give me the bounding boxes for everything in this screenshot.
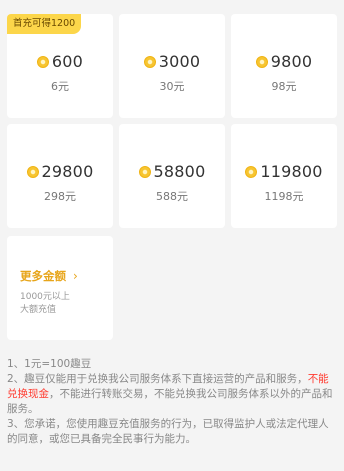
more-amounts-title: 更多金额 › — [20, 269, 78, 283]
package-price: 6元 — [51, 80, 69, 93]
recharge-notes: 1、1元=100趣豆 2、趣豆仅能用于兑换我公司服务体系下直接运营的产品和服务，… — [7, 357, 339, 447]
package-price: 298元 — [44, 190, 76, 203]
coin-icon — [36, 55, 49, 68]
package-amount: 9800 — [231, 52, 337, 71]
coin-icon — [138, 165, 151, 178]
more-amounts-line1: 1000元以上 — [20, 292, 70, 302]
coin-icon — [245, 165, 258, 178]
more-amounts-line2: 大额充值 — [20, 305, 57, 315]
package-card-9800[interactable]: 9800 98元 — [231, 14, 337, 118]
package-amount: 29800 — [7, 162, 113, 181]
package-price: 1198元 — [264, 190, 304, 203]
package-card-3000[interactable]: 3000 30元 — [119, 14, 225, 118]
coin-icon — [143, 55, 156, 68]
package-price: 98元 — [271, 80, 297, 93]
more-amounts-card[interactable]: 更多金额 › 1000元以上 大额充值 — [7, 236, 113, 340]
package-price: 588元 — [156, 190, 188, 203]
coin-icon — [255, 55, 268, 68]
note-2: 2、趣豆仅能用于兑换我公司服务体系下直接运营的产品和服务，不能兑换现金，不能进行… — [7, 373, 333, 415]
package-amount: 3000 — [119, 52, 225, 71]
first-recharge-badge: 首充可得1200 — [7, 14, 82, 34]
package-card-119800[interactable]: 119800 1198元 — [231, 124, 337, 228]
package-card-58800[interactable]: 58800 588元 — [119, 124, 225, 228]
package-price: 30元 — [159, 80, 185, 93]
coin-icon — [26, 165, 39, 178]
note-1: 1、1元=100趣豆 — [7, 358, 92, 370]
chevron-right-icon: › — [73, 269, 78, 283]
package-amount: 600 — [7, 52, 113, 71]
package-amount: 58800 — [119, 162, 225, 181]
package-amount: 119800 — [231, 162, 337, 181]
note-3: 3、您承诺，您使用趣豆充值服务的行为，已取得监护人或法定代理人的同意，或您已具备… — [7, 418, 329, 445]
package-card-29800[interactable]: 29800 298元 — [7, 124, 113, 228]
package-card-600[interactable]: 首充可得1200 600 6元 — [7, 14, 113, 118]
